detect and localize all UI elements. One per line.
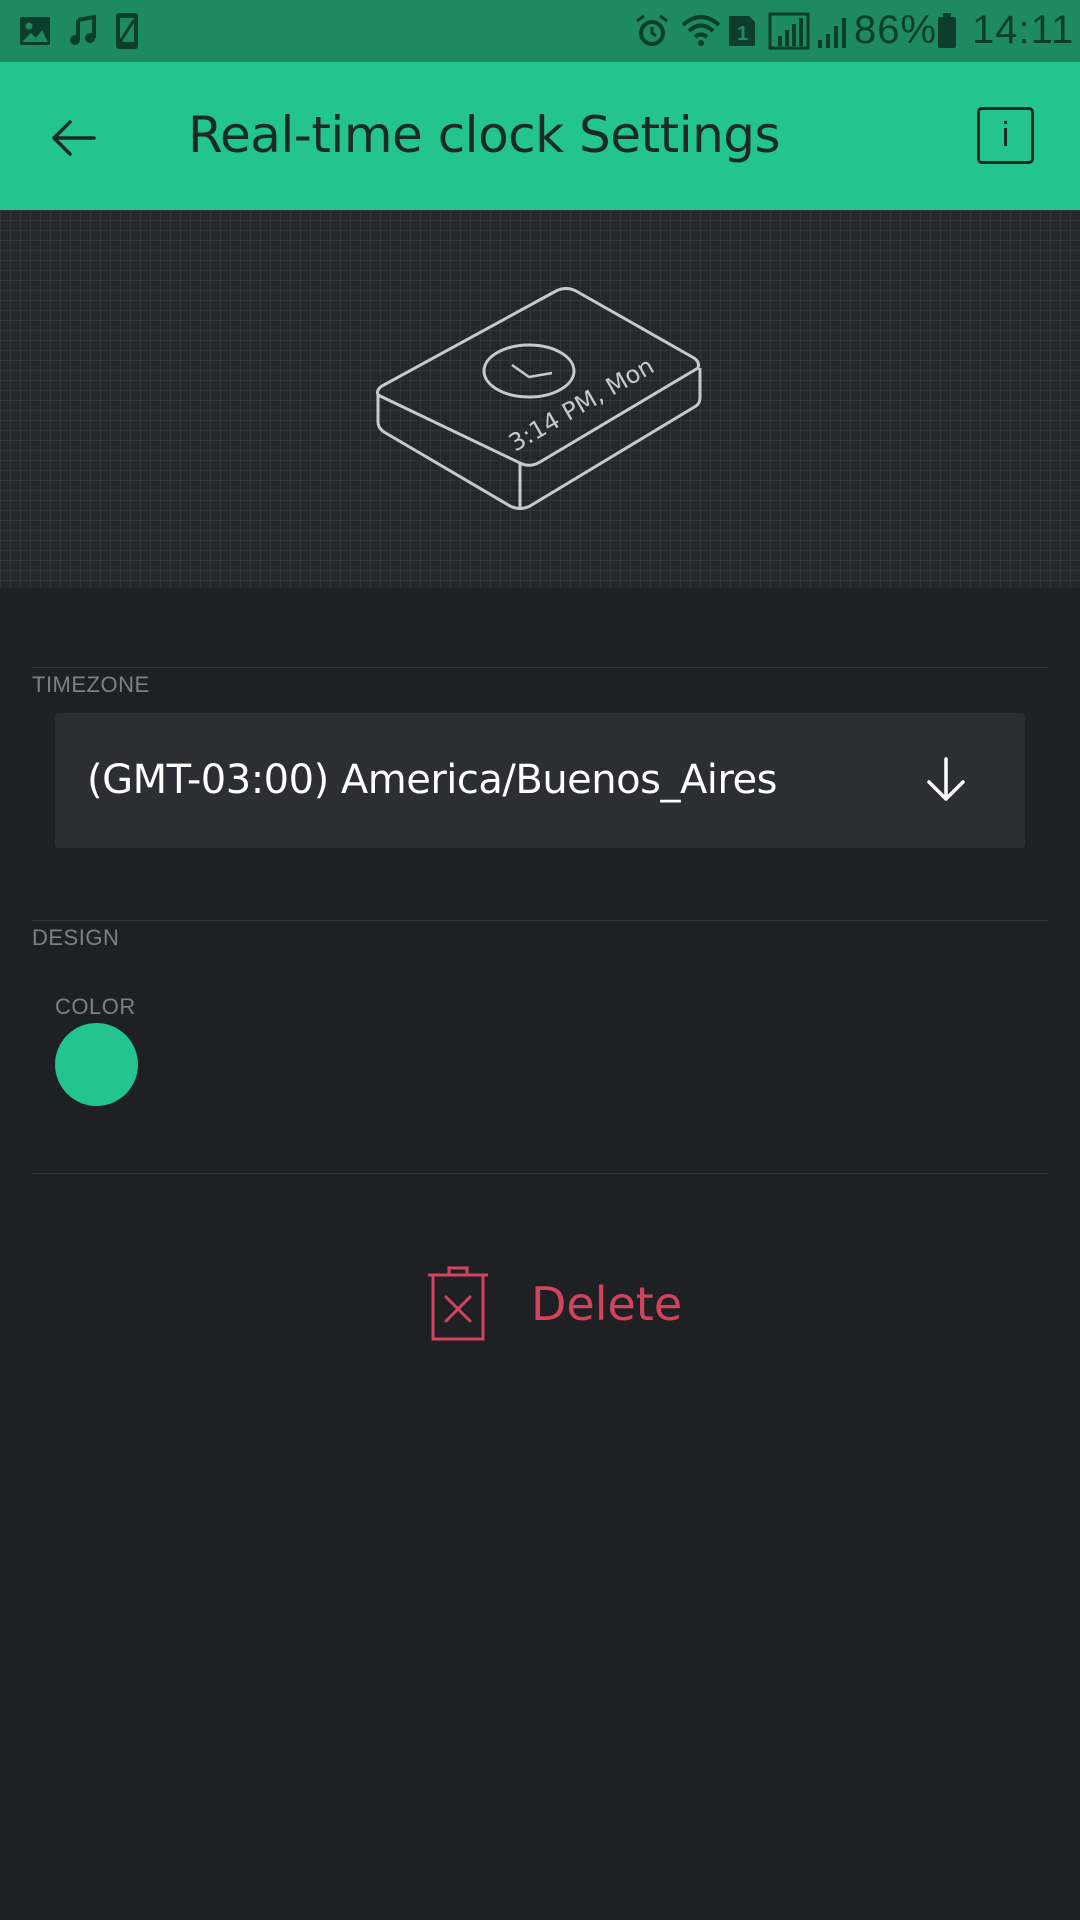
signal-icon xyxy=(768,12,810,50)
phone-icon xyxy=(116,13,138,49)
delete-label: Delete xyxy=(531,1277,683,1331)
image-icon xyxy=(20,17,50,45)
arrow-left-icon[interactable] xyxy=(44,110,100,166)
widget-preview: 3:14 PM, Mon xyxy=(0,210,1080,588)
design-section-label: DESIGN xyxy=(32,925,120,950)
status-bar: 1 86% 14:11 xyxy=(0,0,1080,62)
svg-text:1: 1 xyxy=(737,23,748,45)
signal-icon xyxy=(818,18,846,48)
color-label: COLOR xyxy=(55,994,136,1019)
page-title: Real-time clock Settings xyxy=(188,106,781,164)
divider xyxy=(32,920,1048,921)
trash-icon xyxy=(428,1266,488,1341)
clock-time: 14:11 xyxy=(972,8,1075,52)
sim-1-icon: 1 xyxy=(729,16,755,46)
timezone-select[interactable]: (GMT-03:00) America/Buenos_Aires xyxy=(55,713,1025,848)
divider xyxy=(32,1173,1048,1174)
app-bar: Real-time clock Settings i xyxy=(0,62,1080,210)
rtc-device-illustration: 3:14 PM, Mon xyxy=(376,287,702,510)
color-picker-swatch[interactable] xyxy=(55,1023,138,1106)
arrow-down-icon xyxy=(927,757,965,801)
timezone-section-label: TIMEZONE xyxy=(32,672,150,697)
alarm-icon xyxy=(636,14,668,46)
music-icon xyxy=(70,14,96,45)
timezone-value: (GMT-03:00) America/Buenos_Aires xyxy=(87,757,777,803)
battery-percent: 86% xyxy=(854,8,938,52)
delete-button[interactable]: Delete xyxy=(425,1265,682,1345)
info-icon: i xyxy=(1001,116,1010,154)
info-button[interactable]: i xyxy=(977,107,1034,164)
divider xyxy=(32,667,1048,668)
battery-icon xyxy=(938,13,956,48)
wifi-icon xyxy=(681,15,721,46)
